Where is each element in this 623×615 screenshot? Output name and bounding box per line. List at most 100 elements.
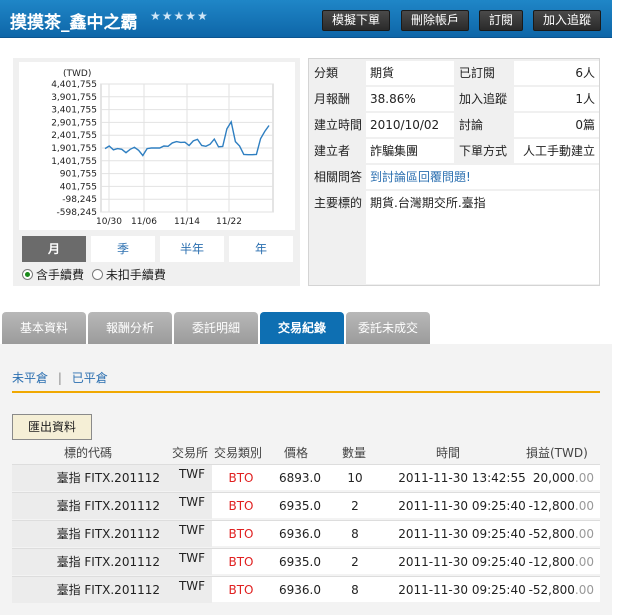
- table-row: 臺指 FITX.201112 TWF BTO 6936.0 8 2011-11-30 09…: [12, 576, 600, 603]
- pnl-amount: -52,800: [528, 527, 575, 541]
- cell-exchange: TWF: [172, 493, 212, 519]
- simulate-order-button[interactable]: 模擬下單: [322, 10, 390, 31]
- account-info-table: 分類 期貨 已訂閱 6人 月報酬 38.86% 加入追蹤 1人 建立時間 201…: [308, 58, 600, 286]
- pnl-decimals: .00: [574, 527, 594, 541]
- tab-unfilled-orders[interactable]: 委託未成交: [346, 312, 430, 344]
- tab-return-analysis[interactable]: 報酬分析: [88, 312, 172, 344]
- created-time-label: 建立時間: [310, 113, 365, 137]
- order-method-value: 人工手動建立: [514, 139, 599, 163]
- y-tick-label: 901,755: [60, 170, 97, 180]
- y-tick-label: 3,901,755: [51, 93, 97, 103]
- pnl-amount: -52,800: [528, 583, 575, 597]
- cell-code: 臺指 FITX.201112: [12, 549, 172, 575]
- monthly-return-value: 38.86%: [366, 87, 454, 111]
- tab-trade-records[interactable]: 交易紀錄: [260, 312, 344, 344]
- section-tabs: 基本資料 報酬分析 委託明細 交易紀錄 委託未成交: [0, 312, 612, 346]
- pnl-decimals: .00: [574, 583, 594, 597]
- delete-account-button[interactable]: 刪除帳戶: [401, 10, 469, 31]
- table-row: 臺指 FITX.201112 TWF BTO 6935.0 2 2011-11-30 09…: [12, 492, 600, 519]
- tab-order-details[interactable]: 委託明細: [174, 312, 258, 344]
- creator-value: 詐騙集團: [366, 139, 454, 163]
- subscribe-button[interactable]: 訂閱: [479, 10, 523, 31]
- radio-include-fee[interactable]: 含手續費: [22, 266, 84, 283]
- tracking-value: 1人: [514, 87, 599, 111]
- radio-unselected-icon: [91, 269, 103, 280]
- y-tick-label: 3,401,755: [51, 106, 97, 116]
- table-row: 臺指 FITX.201112 TWF BTO 6893.0 10 2011-11-30 1…: [12, 464, 600, 491]
- tracking-label: 加入追蹤: [455, 87, 513, 111]
- radio-selected-icon: [22, 269, 33, 280]
- y-tick-label: 401,755: [60, 182, 97, 192]
- trade-records-panel: 未平倉 | 已平倉 匯出資料 標的代碼 交易所 交易類別 價格 數量 時間 損益…: [0, 344, 612, 615]
- performance-chart: (TWD) 4,401,755 3,901,755 3,401,755 2,901,75…: [19, 62, 295, 230]
- pnl-decimals: .00: [574, 555, 594, 569]
- closed-positions-link[interactable]: 已平倉: [72, 371, 108, 385]
- cell-type: BTO: [228, 527, 254, 541]
- cell-price: 6936.0: [279, 583, 321, 597]
- y-unit-label: (TWD): [63, 69, 91, 79]
- cell-qty: 8: [351, 583, 359, 597]
- cell-pnl: -52,800.00: [512, 577, 594, 603]
- x-tick-label: 11/22: [216, 217, 242, 227]
- cell-qty: 8: [351, 527, 359, 541]
- export-button[interactable]: 匯出資料: [12, 414, 92, 440]
- col-header-exchange: 交易所: [172, 446, 209, 460]
- subscribed-label: 已訂閱: [455, 61, 513, 85]
- open-positions-link[interactable]: 未平倉: [12, 371, 48, 385]
- filter-separator: |: [57, 371, 62, 385]
- y-tick-label: 1,901,755: [51, 144, 97, 154]
- performance-chart-panel: (TWD) 4,401,755 3,901,755 3,401,755 2,901,75…: [13, 58, 300, 286]
- radio-exclude-fee[interactable]: 未扣手續費: [91, 266, 166, 283]
- line-chart: (TWD)4,401,755 3,901,755 3,401,755 2,901,75…: [51, 69, 274, 227]
- tab-basic-info[interactable]: 基本資料: [2, 312, 86, 344]
- period-tab-half-year[interactable]: 半年: [160, 236, 224, 262]
- cell-qty: 10: [347, 471, 363, 485]
- y-tick-label: 1,401,755: [51, 157, 97, 167]
- cell-price: 6935.0: [279, 555, 321, 569]
- cell-pnl: -12,800.00: [512, 493, 594, 519]
- discussion-label: 討論: [455, 113, 513, 137]
- qa-link[interactable]: 到討論區回覆問題!: [370, 170, 471, 184]
- rating-stars: ★★★★★: [150, 9, 209, 23]
- pnl-decimals: .00: [574, 499, 594, 513]
- radio-exclude-fee-label: 未扣手續費: [105, 268, 166, 282]
- table-row: 臺指 FITX.201112 TWF BTO 6935.0 2 2011-11-30 09…: [12, 548, 600, 575]
- cell-price: 6936.0: [279, 527, 321, 541]
- y-tick-label: 2,901,755: [51, 118, 97, 128]
- y-tick-label: -598,245: [57, 208, 97, 218]
- position-filter: 未平倉 | 已平倉: [12, 369, 108, 386]
- fee-radio-group: 含手續費 未扣手續費: [22, 266, 170, 283]
- cell-pnl: 20,000.00: [512, 465, 594, 491]
- col-header-qty: 數量: [342, 446, 367, 460]
- radio-include-fee-label: 含手續費: [36, 268, 85, 282]
- pnl-decimals: .00: [574, 471, 594, 485]
- divider: [12, 391, 600, 393]
- cell-exchange: TWF: [172, 521, 212, 547]
- cell-type: BTO: [228, 555, 254, 569]
- add-tracking-button[interactable]: 加入追蹤: [533, 10, 601, 31]
- category-value: 期貨: [366, 61, 454, 85]
- cell-qty: 2: [351, 499, 359, 513]
- col-header-time: 時間: [436, 446, 461, 460]
- creator-label: 建立者: [310, 139, 365, 163]
- cell-code: 臺指 FITX.201112: [12, 465, 172, 491]
- main-target-value: 期貨.台灣期交所.臺指: [366, 191, 599, 284]
- cell-type: BTO: [228, 583, 254, 597]
- pnl-amount: -12,800: [528, 555, 575, 569]
- col-header-pnl: 損益(TWD): [526, 446, 588, 460]
- qa-cell: 到討論區回覆問題!: [366, 165, 599, 189]
- period-tab-year[interactable]: 年: [229, 236, 293, 262]
- col-header-code: 標的代碼: [64, 446, 113, 460]
- monthly-return-label: 月報酬: [310, 87, 365, 111]
- period-tab-quarter[interactable]: 季: [91, 236, 155, 262]
- col-header-price: 價格: [284, 446, 309, 460]
- period-tab-month[interactable]: 月: [22, 236, 86, 262]
- cell-exchange: TWF: [172, 465, 212, 491]
- y-tick-label: -98,245: [62, 195, 97, 205]
- cell-exchange: TWF: [172, 549, 212, 575]
- cell-type: BTO: [228, 499, 254, 513]
- y-tick-label: 4,401,755: [51, 80, 97, 90]
- order-method-label: 下單方式: [455, 139, 513, 163]
- cell-pnl: -52,800.00: [512, 521, 594, 547]
- cell-code: 臺指 FITX.201112: [12, 493, 172, 519]
